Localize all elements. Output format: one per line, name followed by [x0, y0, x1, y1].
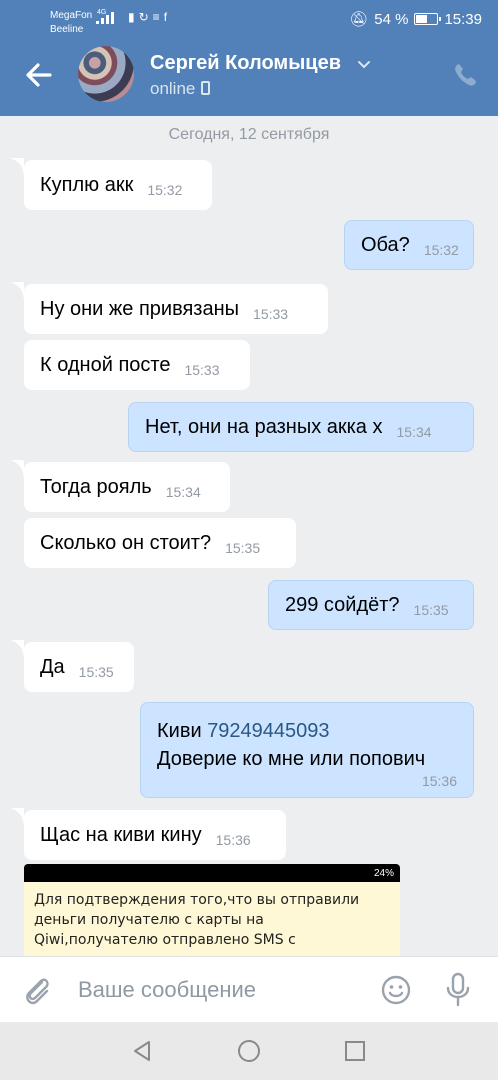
- message-time: 15:32: [423, 242, 459, 258]
- message-time: 15:35: [78, 664, 114, 680]
- message-time: 15:33: [184, 362, 220, 378]
- message-time: 15:35: [413, 602, 449, 618]
- back-arrow-icon[interactable]: [22, 58, 56, 92]
- message-text: Тогда рояль: [40, 475, 152, 498]
- image-attachment[interactable]: 24% Для подтверждения того,что вы отправ…: [24, 864, 400, 956]
- attachment-status-bar: 24%: [24, 864, 400, 882]
- message-text: К одной посте: [40, 353, 171, 376]
- message-time: 15:35: [225, 540, 261, 556]
- battery-icon: [414, 13, 442, 25]
- bubble-tail: [10, 808, 24, 828]
- phone-call-icon[interactable]: [452, 62, 478, 88]
- message-input[interactable]: [78, 975, 358, 1005]
- message-text: Да: [40, 655, 65, 678]
- carrier-2-label: Beeline: [50, 24, 84, 35]
- message-text: Сколько он стоит?: [40, 531, 212, 554]
- attachment-text: Для подтверждения того,что вы отправили …: [24, 882, 400, 956]
- system-nav-bar: [0, 1022, 498, 1080]
- message-text: Щас на киви кину: [40, 823, 202, 846]
- message-text: Оба?: [361, 233, 410, 256]
- presence-status: online: [150, 79, 211, 99]
- sync-icon: ↻: [138, 10, 153, 24]
- bubble-tail: [10, 158, 24, 178]
- signal-2-icon: ▮: [128, 10, 139, 24]
- message-line-1: Киви 79249445093: [157, 717, 330, 745]
- message-text: Нет, они на разных акка х: [145, 415, 383, 438]
- message-text: 299 сойдёт?: [285, 593, 400, 616]
- mute-icon: 🔕︎: [349, 11, 369, 28]
- message-incoming[interactable]: Куплю акк 15:32: [24, 160, 212, 210]
- message-time: 15:32: [147, 182, 183, 198]
- signal-icon: [96, 12, 114, 24]
- message-time: 15:36: [421, 773, 457, 789]
- notification-icons: ▮↻≡f: [128, 10, 171, 24]
- message-time: 15:34: [396, 424, 432, 440]
- nav-home-icon[interactable]: [237, 1039, 261, 1063]
- microphone-icon[interactable]: [444, 972, 472, 1008]
- attachment-battery: 24%: [373, 867, 394, 879]
- message-incoming[interactable]: Сколько он стоит? 15:35: [24, 518, 296, 568]
- bubble-tail: [10, 282, 24, 302]
- message-outgoing[interactable]: Киви 79249445093 Доверие ко мне или попо…: [140, 702, 474, 798]
- paperclip-icon[interactable]: [22, 974, 52, 1006]
- status-right: 🔕︎ 54 % 15:39: [349, 10, 482, 29]
- chevron-down-icon[interactable]: [356, 56, 372, 72]
- bubble-tail: [10, 640, 24, 660]
- presence-label: online: [150, 79, 196, 98]
- message-incoming[interactable]: Да 15:35: [24, 642, 134, 692]
- message-line-2: Доверие ко мне или попович: [157, 748, 426, 770]
- message-outgoing[interactable]: Оба? 15:32: [344, 220, 474, 270]
- message-outgoing[interactable]: Нет, они на разных акка х 15:34: [128, 402, 474, 452]
- message-time: 15:33: [253, 306, 289, 322]
- message-text: Ну они же привязаны: [40, 297, 240, 320]
- message-time: 15:34: [165, 484, 201, 500]
- message-outgoing[interactable]: 299 сойдёт? 15:35: [268, 580, 474, 630]
- battery-percent: 54 %: [374, 10, 409, 28]
- message-text: Куплю акк: [40, 173, 134, 196]
- status-bar: MegaFon 4G Beeline ▮↻≡f 🔕︎ 54 % 15:39: [0, 0, 498, 36]
- message-incoming[interactable]: Щас на киви кину 15:36: [24, 810, 286, 860]
- contact-avatar[interactable]: [78, 46, 134, 102]
- contact-name[interactable]: Сергей Коломыцев: [150, 52, 341, 75]
- carrier-1-label: MegaFon: [50, 10, 93, 21]
- nav-recents-icon[interactable]: [343, 1039, 367, 1063]
- clock: 15:39: [444, 10, 482, 28]
- news-icon: ≡: [152, 10, 164, 24]
- nav-back-icon[interactable]: [130, 1039, 154, 1063]
- message-incoming[interactable]: Тогда рояль 15:34: [24, 462, 230, 512]
- message-text: Киви: [157, 720, 202, 742]
- emoji-icon[interactable]: [380, 974, 412, 1006]
- app-header: MegaFon 4G Beeline ▮↻≡f 🔕︎ 54 % 15:39 Се…: [0, 0, 498, 116]
- message-list[interactable]: Сегодня, 12 сентября Куплю акк 15:32 Оба…: [0, 116, 498, 956]
- mobile-icon: [201, 81, 211, 95]
- facebook-icon: f: [163, 10, 172, 24]
- phone-link[interactable]: 79249445093: [207, 720, 329, 742]
- message-composer: [0, 956, 498, 1022]
- message-incoming[interactable]: Ну они же привязаны 15:33: [24, 284, 328, 334]
- message-time: 15:36: [215, 832, 251, 848]
- bubble-tail: [10, 460, 24, 480]
- date-separator: Сегодня, 12 сентября: [168, 126, 330, 143]
- message-incoming[interactable]: К одной посте 15:33: [24, 340, 250, 390]
